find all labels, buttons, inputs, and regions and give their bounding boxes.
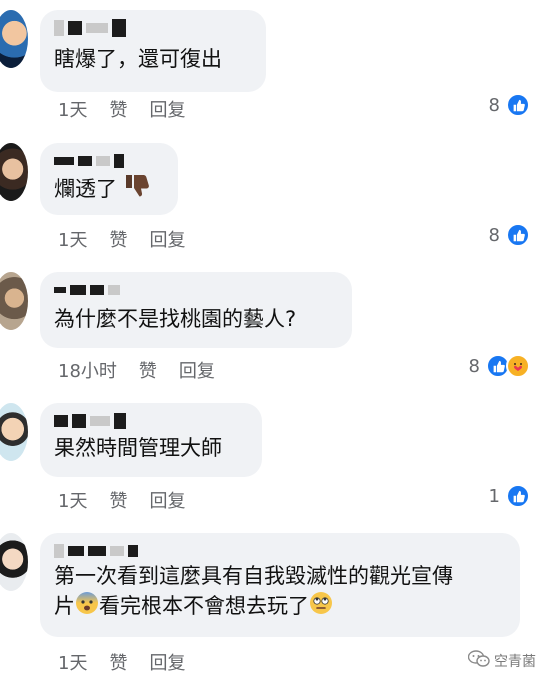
comment-actions: 1天 赞 回复 (58, 96, 185, 122)
like-reaction-icon (506, 484, 530, 508)
avatar[interactable] (0, 533, 28, 591)
commenter-name-redacted[interactable] (54, 18, 252, 38)
comment-text: 瞎爆了，還可復出 (54, 47, 222, 71)
comment-time[interactable]: 1天 (58, 96, 87, 122)
watermark: 空青菌 (467, 650, 536, 672)
watermark-text: 空青菌 (494, 654, 536, 670)
reply-link[interactable]: 回复 (149, 649, 185, 675)
reaction-summary[interactable]: 8 (489, 93, 530, 117)
comment-bubble: 為什麼不是找桃園的藝人? (40, 272, 352, 348)
comment-text-line-2: 片 看完根本不會想去玩了 (54, 591, 506, 623)
reply-link[interactable]: 回复 (149, 226, 185, 252)
like-link[interactable]: 赞 (139, 357, 157, 383)
reaction-count: 8 (488, 224, 500, 246)
comment-text-segment: 片 (54, 594, 75, 618)
reaction-summary[interactable]: 8 (489, 223, 530, 247)
comment-text: 爛透了 (54, 173, 164, 207)
thumbs-down-icon (124, 173, 152, 207)
wechat-icon (467, 650, 490, 672)
comment-bubble: 第一次看到這麼具有自我毀滅性的觀光宣傳 片 看完根本不會想去玩了 (40, 533, 520, 637)
avatar[interactable] (0, 10, 28, 68)
eye-roll-face-icon (309, 591, 333, 623)
comment-text-segment: 看完根本不會想去玩了 (99, 594, 309, 618)
reply-link[interactable]: 回复 (149, 487, 185, 513)
comment-text-line-1: 第一次看到這麼具有自我毀滅性的觀光宣傳 (54, 564, 453, 588)
avatar[interactable] (0, 403, 28, 461)
fearful-face-icon (75, 591, 99, 623)
like-link[interactable]: 赞 (109, 226, 127, 252)
comment-text: 果然時間管理大師 (54, 436, 222, 460)
comment-bubble: 瞎爆了，還可復出 (40, 10, 266, 92)
comment-time[interactable]: 1天 (58, 487, 87, 513)
like-link[interactable]: 赞 (109, 487, 127, 513)
comment-time[interactable]: 1天 (58, 226, 87, 252)
comment-time[interactable]: 1天 (58, 649, 87, 675)
avatar[interactable] (0, 143, 28, 201)
like-reaction-icon (506, 223, 530, 247)
reaction-summary[interactable]: 8 (469, 354, 530, 378)
commenter-name-redacted[interactable] (54, 411, 248, 431)
comment-actions: 18小时 赞 回复 (58, 357, 215, 383)
comment-actions: 1天 赞 回复 (58, 487, 185, 513)
commenter-name-redacted[interactable] (54, 541, 506, 561)
comment-actions: 1天 赞 回复 (58, 649, 185, 675)
care-reaction-icon (506, 354, 530, 378)
avatar[interactable] (0, 272, 28, 330)
reply-link[interactable]: 回复 (179, 357, 215, 383)
commenter-name-redacted[interactable] (54, 151, 164, 171)
comment-text-body: 爛透了 (54, 177, 117, 201)
like-link[interactable]: 赞 (109, 96, 127, 122)
reply-link[interactable]: 回复 (149, 96, 185, 122)
comment-text: 為什麼不是找桃園的藝人? (54, 307, 297, 331)
comment-bubble: 果然時間管理大師 (40, 403, 262, 477)
comment-actions: 1天 赞 回复 (58, 226, 185, 252)
comment-bubble: 爛透了 (40, 143, 178, 215)
reaction-count: 1 (488, 485, 500, 507)
reaction-summary[interactable]: 1 (489, 484, 530, 508)
reaction-count: 8 (488, 94, 500, 116)
like-link[interactable]: 赞 (109, 649, 127, 675)
commenter-name-redacted[interactable] (54, 280, 338, 300)
like-reaction-icon (506, 93, 530, 117)
reaction-count: 8 (468, 355, 480, 377)
comment-time[interactable]: 18小时 (58, 357, 117, 383)
